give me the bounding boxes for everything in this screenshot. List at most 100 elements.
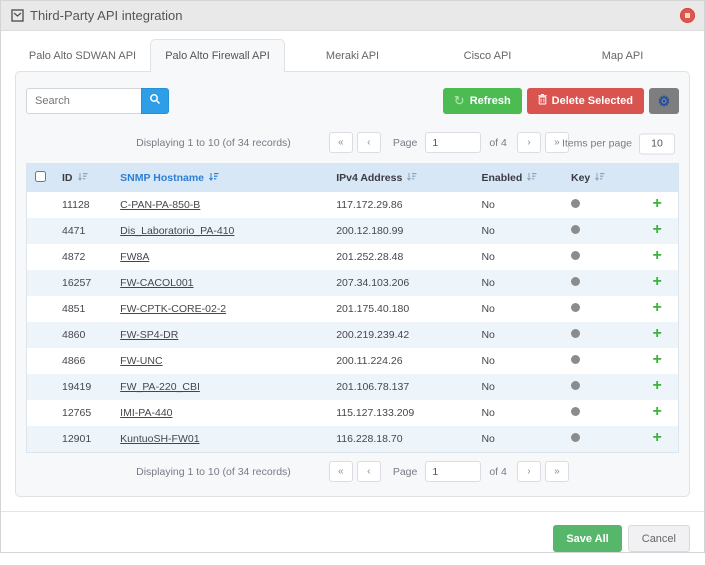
cell-add: + — [636, 244, 678, 270]
pagination-bottom: Displaying 1 to 10 (of 34 records) « ‹ P… — [16, 455, 689, 490]
cell-hostname: Dis_Laboratorio_PA-410 — [112, 218, 328, 244]
add-icon[interactable]: + — [652, 351, 661, 368]
page-number-input[interactable] — [425, 132, 481, 153]
cell-ip: 117.172.29.86 — [328, 192, 473, 218]
column-label-id: ID — [62, 172, 73, 184]
key-dot-icon — [571, 329, 580, 338]
hostname-link[interactable]: FW-CPTK-CORE-02-2 — [120, 303, 226, 315]
cell-ip: 115.127.133.209 — [328, 400, 473, 426]
close-icon[interactable] — [680, 8, 695, 23]
cell-key — [563, 270, 636, 296]
tab-palo-alto-firewall-api[interactable]: Palo Alto Firewall API — [150, 39, 285, 72]
delete-selected-button[interactable]: Delete Selected — [527, 88, 644, 114]
api-window-icon — [11, 9, 24, 22]
key-dot-icon — [571, 433, 580, 442]
prev-page-button[interactable]: ‹ — [357, 132, 381, 153]
add-icon[interactable]: + — [652, 325, 661, 342]
column-header-enabled[interactable]: Enabled — [473, 164, 563, 192]
first-page-button[interactable]: « — [329, 461, 353, 482]
hostname-link[interactable]: FW8A — [120, 251, 149, 263]
key-dot-icon — [571, 277, 580, 286]
row-select-cell — [27, 296, 54, 322]
device-table: ID SNMP Hostname IPv4 Address Enabled Ke… — [26, 163, 679, 453]
next-page-button[interactable]: › — [517, 461, 541, 482]
cell-enabled: No — [473, 322, 563, 348]
add-icon[interactable]: + — [652, 273, 661, 290]
tab-map-api[interactable]: Map API — [555, 39, 690, 71]
cell-key — [563, 192, 636, 218]
sort-icon[interactable] — [526, 172, 537, 185]
toolbar-actions: ↻ Refresh Delete Selected ⚙ — [443, 88, 679, 114]
select-all-checkbox[interactable] — [35, 171, 46, 182]
add-icon[interactable]: + — [652, 247, 661, 264]
search-icon — [149, 92, 161, 110]
items-per-page-input[interactable] — [639, 133, 675, 154]
cell-key — [563, 218, 636, 244]
refresh-button[interactable]: ↻ Refresh — [443, 88, 522, 114]
add-icon[interactable]: + — [652, 403, 661, 420]
hostname-link[interactable]: Dis_Laboratorio_PA-410 — [120, 225, 234, 237]
hostname-link[interactable]: IMI-PA-440 — [120, 407, 172, 419]
prev-page-button[interactable]: ‹ — [357, 461, 381, 482]
cell-hostname: C-PAN-PA-850-B — [112, 192, 328, 218]
column-header-key[interactable]: Key — [563, 164, 678, 192]
column-header-id[interactable]: ID — [54, 164, 112, 192]
row-select-cell — [27, 218, 54, 244]
last-page-button[interactable]: » — [545, 461, 569, 482]
table-row: 4860 FW-SP4-DR 200.219.239.42 No + — [27, 322, 678, 348]
key-dot-icon — [571, 381, 580, 390]
sort-icon[interactable] — [77, 172, 88, 185]
cell-add: + — [636, 400, 678, 426]
row-select-cell — [27, 426, 54, 452]
sort-icon[interactable] — [406, 172, 417, 185]
column-label-key: Key — [571, 172, 590, 184]
hostname-link[interactable]: FW-SP4-DR — [120, 329, 178, 341]
first-page-button[interactable]: « — [329, 132, 353, 153]
items-per-page: Items per page — [562, 133, 675, 154]
column-header-ipv4-address[interactable]: IPv4 Address — [328, 164, 473, 192]
cell-ip: 200.12.180.99 — [328, 218, 473, 244]
add-icon[interactable]: + — [652, 195, 661, 212]
hostname-link[interactable]: C-PAN-PA-850-B — [120, 199, 200, 211]
cell-id: 4872 — [54, 244, 112, 270]
add-icon[interactable]: + — [652, 299, 661, 316]
hostname-link[interactable]: FW_PA-220_CBI — [120, 381, 200, 393]
table-row: 4872 FW8A 201.252.28.48 No + — [27, 244, 678, 270]
tab-meraki-api[interactable]: Meraki API — [285, 39, 420, 71]
table-row: 4851 FW-CPTK-CORE-02-2 201.175.40.180 No… — [27, 296, 678, 322]
add-icon[interactable]: + — [652, 429, 661, 446]
tab-bar: Palo Alto SDWAN API Palo Alto Firewall A… — [15, 39, 690, 71]
cell-add: + — [636, 192, 678, 218]
search-input[interactable] — [26, 88, 141, 114]
hostname-link[interactable]: FW-CACOL001 — [120, 277, 193, 289]
page-number-input[interactable] — [425, 461, 481, 482]
row-select-cell — [27, 192, 54, 218]
add-icon[interactable]: + — [652, 221, 661, 238]
settings-button[interactable]: ⚙ — [649, 88, 679, 114]
add-icon[interactable]: + — [652, 377, 661, 394]
sort-icon-active[interactable] — [208, 172, 219, 185]
select-all-cell — [27, 164, 54, 192]
cell-hostname: IMI-PA-440 — [112, 400, 328, 426]
save-all-button[interactable]: Save All — [553, 525, 621, 552]
sort-icon[interactable] — [594, 172, 605, 185]
toolbar: ↻ Refresh Delete Selected ⚙ — [16, 72, 689, 126]
next-page-button[interactable]: › — [517, 132, 541, 153]
hostname-link[interactable]: FW-UNC — [120, 355, 162, 367]
cell-add: + — [636, 426, 678, 452]
cancel-button[interactable]: Cancel — [628, 525, 690, 552]
tab-cisco-api[interactable]: Cisco API — [420, 39, 555, 71]
hostname-link[interactable]: KuntuoSH-FW01 — [120, 433, 199, 445]
records-summary: Displaying 1 to 10 (of 34 records) — [136, 137, 291, 149]
table-row: 4471 Dis_Laboratorio_PA-410 200.12.180.9… — [27, 218, 678, 244]
row-select-cell — [27, 374, 54, 400]
table-row: 11128 C-PAN-PA-850-B 117.172.29.86 No + — [27, 192, 678, 218]
items-per-page-label: Items per page — [562, 138, 632, 150]
tab-palo-alto-sdwan-api[interactable]: Palo Alto SDWAN API — [15, 39, 150, 71]
column-label-enabled: Enabled — [481, 172, 522, 184]
search-button[interactable] — [141, 88, 169, 114]
column-header-snmp-hostname[interactable]: SNMP Hostname — [112, 164, 328, 192]
page-label: Page — [393, 137, 418, 149]
column-label-snmp-hostname: SNMP Hostname — [120, 172, 204, 184]
cell-id: 4866 — [54, 348, 112, 374]
